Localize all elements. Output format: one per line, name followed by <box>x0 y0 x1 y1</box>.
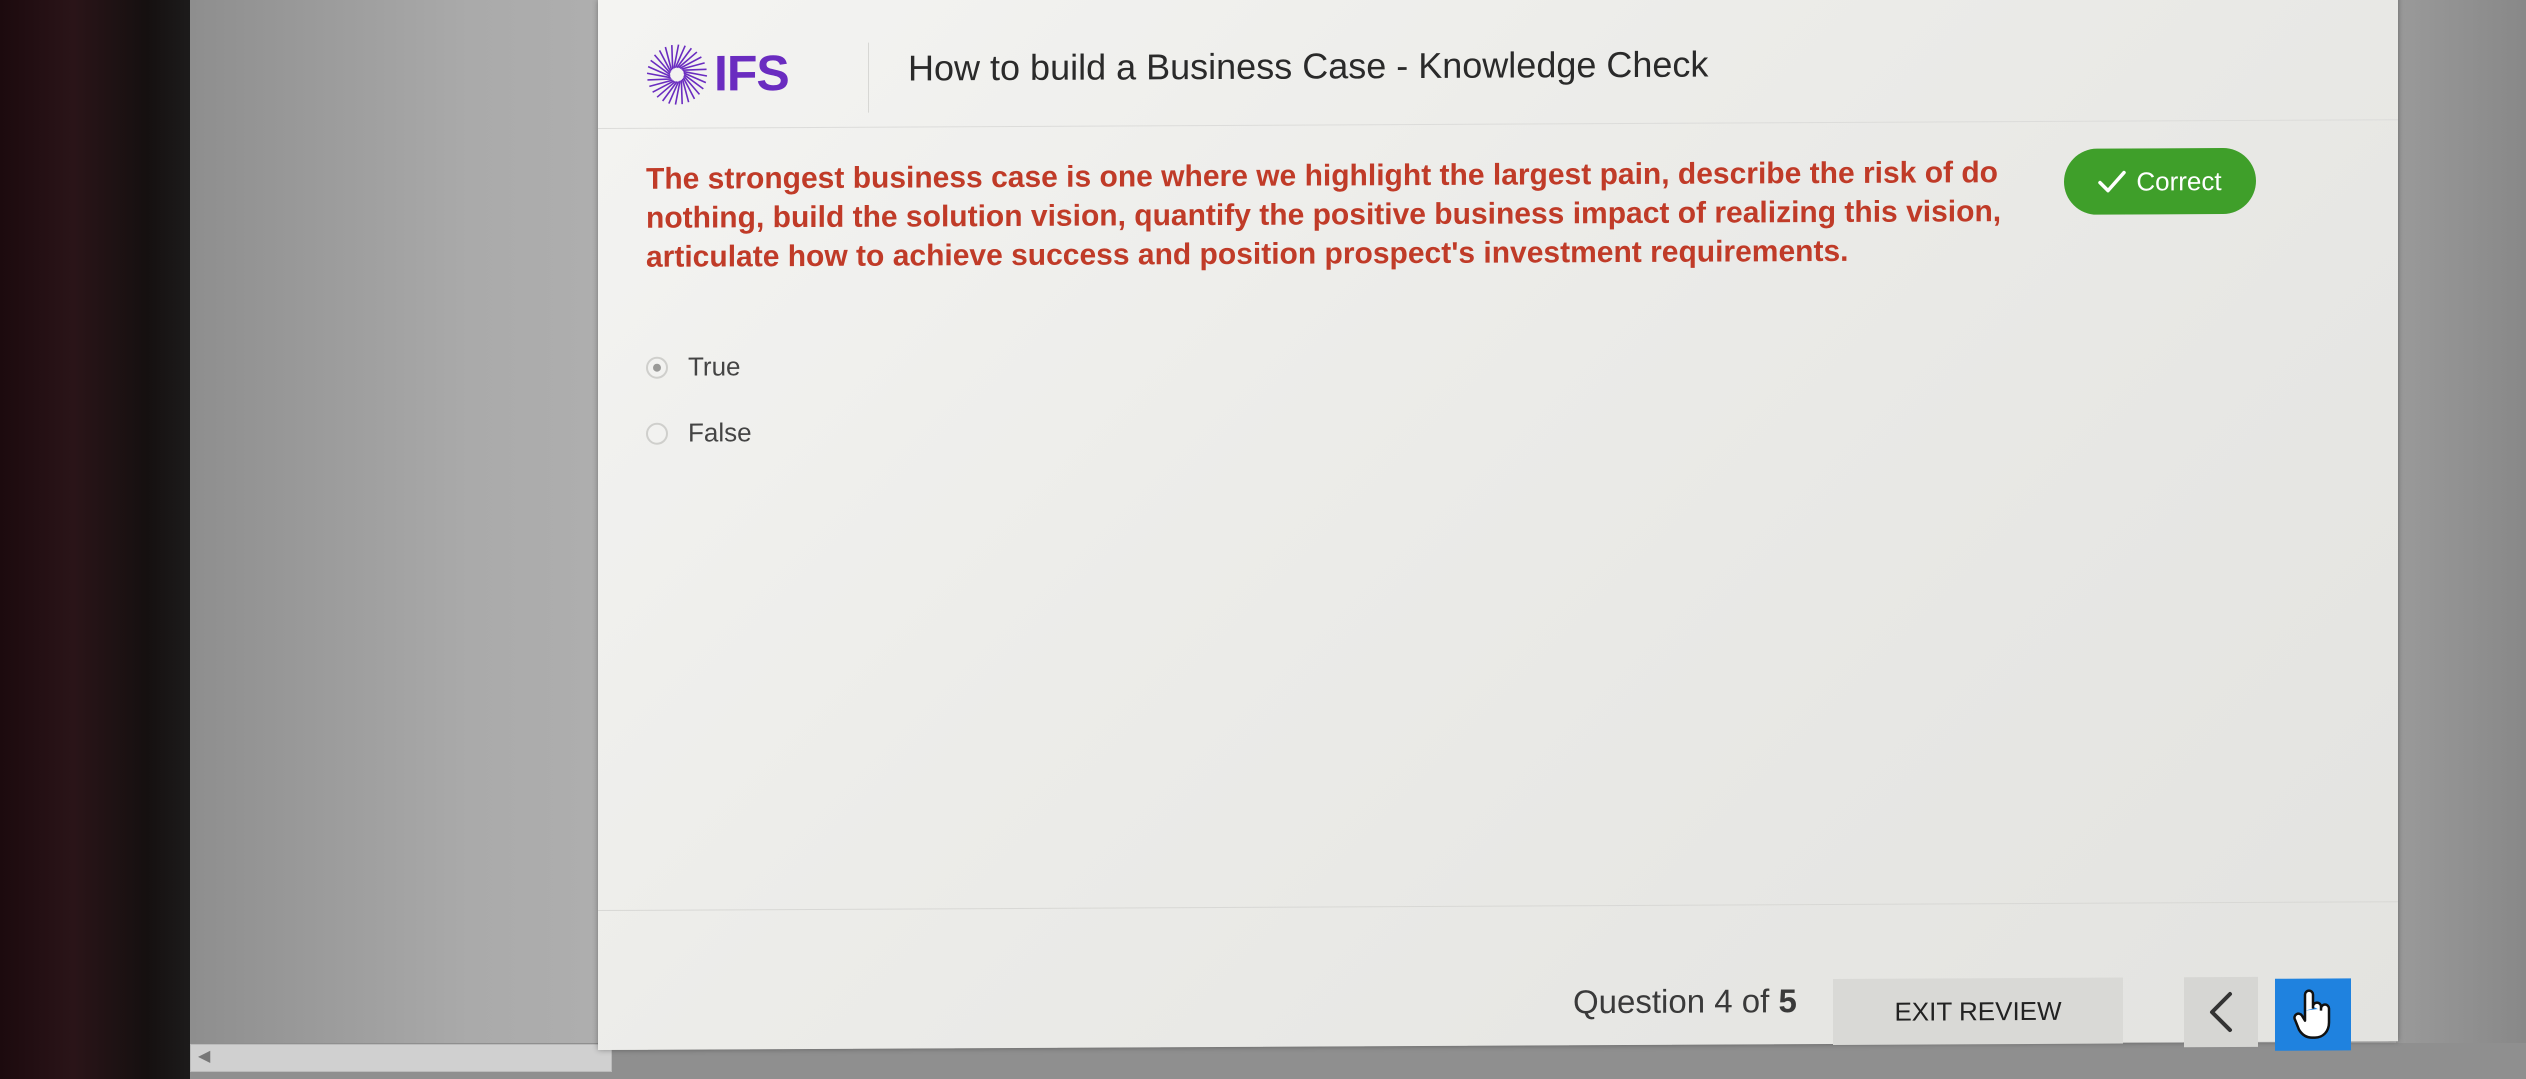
correct-label: Correct <box>2136 165 2222 196</box>
hand-pointer-icon <box>2293 989 2331 1039</box>
radio-true[interactable] <box>646 356 668 379</box>
logo-ray <box>647 78 672 81</box>
monitor-bezel <box>0 0 210 1079</box>
option-false-label: False <box>688 417 752 448</box>
scroll-left-arrow-icon[interactable]: ◀ <box>198 1046 210 1066</box>
option-true[interactable]: True <box>646 351 741 382</box>
counter-prefix: Question 4 of <box>1573 982 1770 1021</box>
option-true-label: True <box>688 351 741 382</box>
question-text: The strongest business case is one where… <box>646 156 2002 274</box>
footer-divider <box>598 901 2398 911</box>
checkmark-icon <box>2098 170 2127 193</box>
header-divider <box>868 42 869 113</box>
logo-ray <box>682 68 707 72</box>
correct-badge: Correct <box>2064 147 2256 215</box>
quiz-header: IFS How to build a Business Case - Knowl… <box>598 0 2398 129</box>
logo-ray <box>680 80 683 105</box>
next-question-button[interactable] <box>2275 978 2351 1051</box>
option-false[interactable]: False <box>646 417 752 449</box>
radio-false[interactable] <box>646 422 668 445</box>
logo-ray <box>671 45 674 70</box>
scrollbar-thumb[interactable] <box>190 1044 612 1072</box>
course-title: How to build a Business Case - Knowledge… <box>908 43 1709 89</box>
chevron-left-icon <box>2210 992 2232 1033</box>
logo-text: IFS <box>714 45 789 102</box>
previous-question-button[interactable] <box>2184 976 2258 1048</box>
screen-right-margin <box>2396 0 2526 1079</box>
question-counter: Question 4 of 5 <box>1573 982 1797 1021</box>
quiz-panel: IFS How to build a Business Case - Knowl… <box>598 0 2398 1051</box>
exit-review-button[interactable]: EXIT REVIEW <box>1833 977 2123 1045</box>
counter-total: 5 <box>1778 982 1797 1020</box>
ifs-burst-logo-icon <box>646 44 708 105</box>
